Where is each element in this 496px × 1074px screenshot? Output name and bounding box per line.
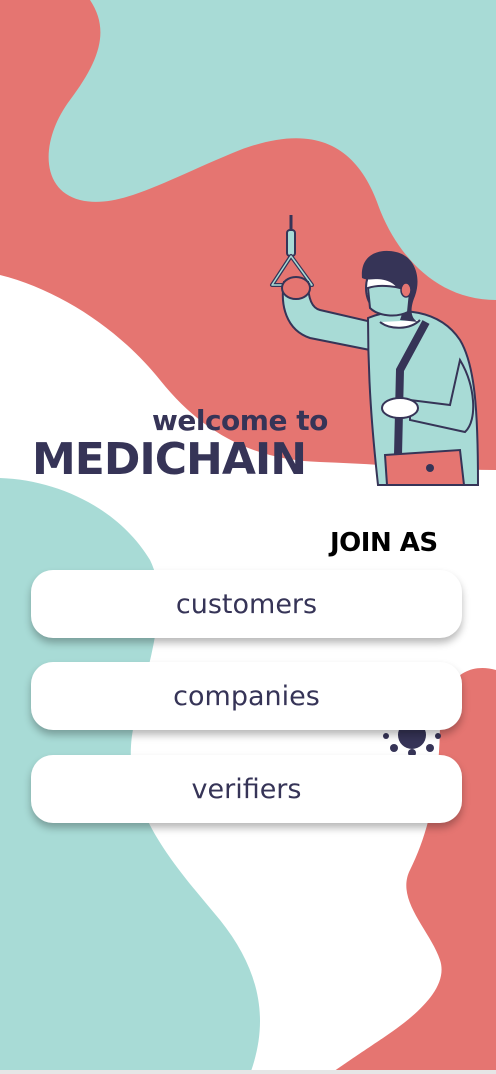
customers-button-label: customers: [175, 588, 318, 620]
companies-button[interactable]: companies: [31, 662, 462, 730]
join-as-heading: JOIN AS: [330, 528, 438, 558]
verifiers-button[interactable]: verifiers: [31, 755, 462, 823]
app-name: MEDICHAIN: [32, 434, 307, 485]
bottom-divider: [0, 1070, 496, 1074]
customers-button[interactable]: customers: [31, 570, 462, 638]
welcome-text: welcome to: [152, 404, 328, 437]
companies-button-label: companies: [173, 680, 320, 712]
verifiers-button-label: verifiers: [191, 773, 302, 805]
